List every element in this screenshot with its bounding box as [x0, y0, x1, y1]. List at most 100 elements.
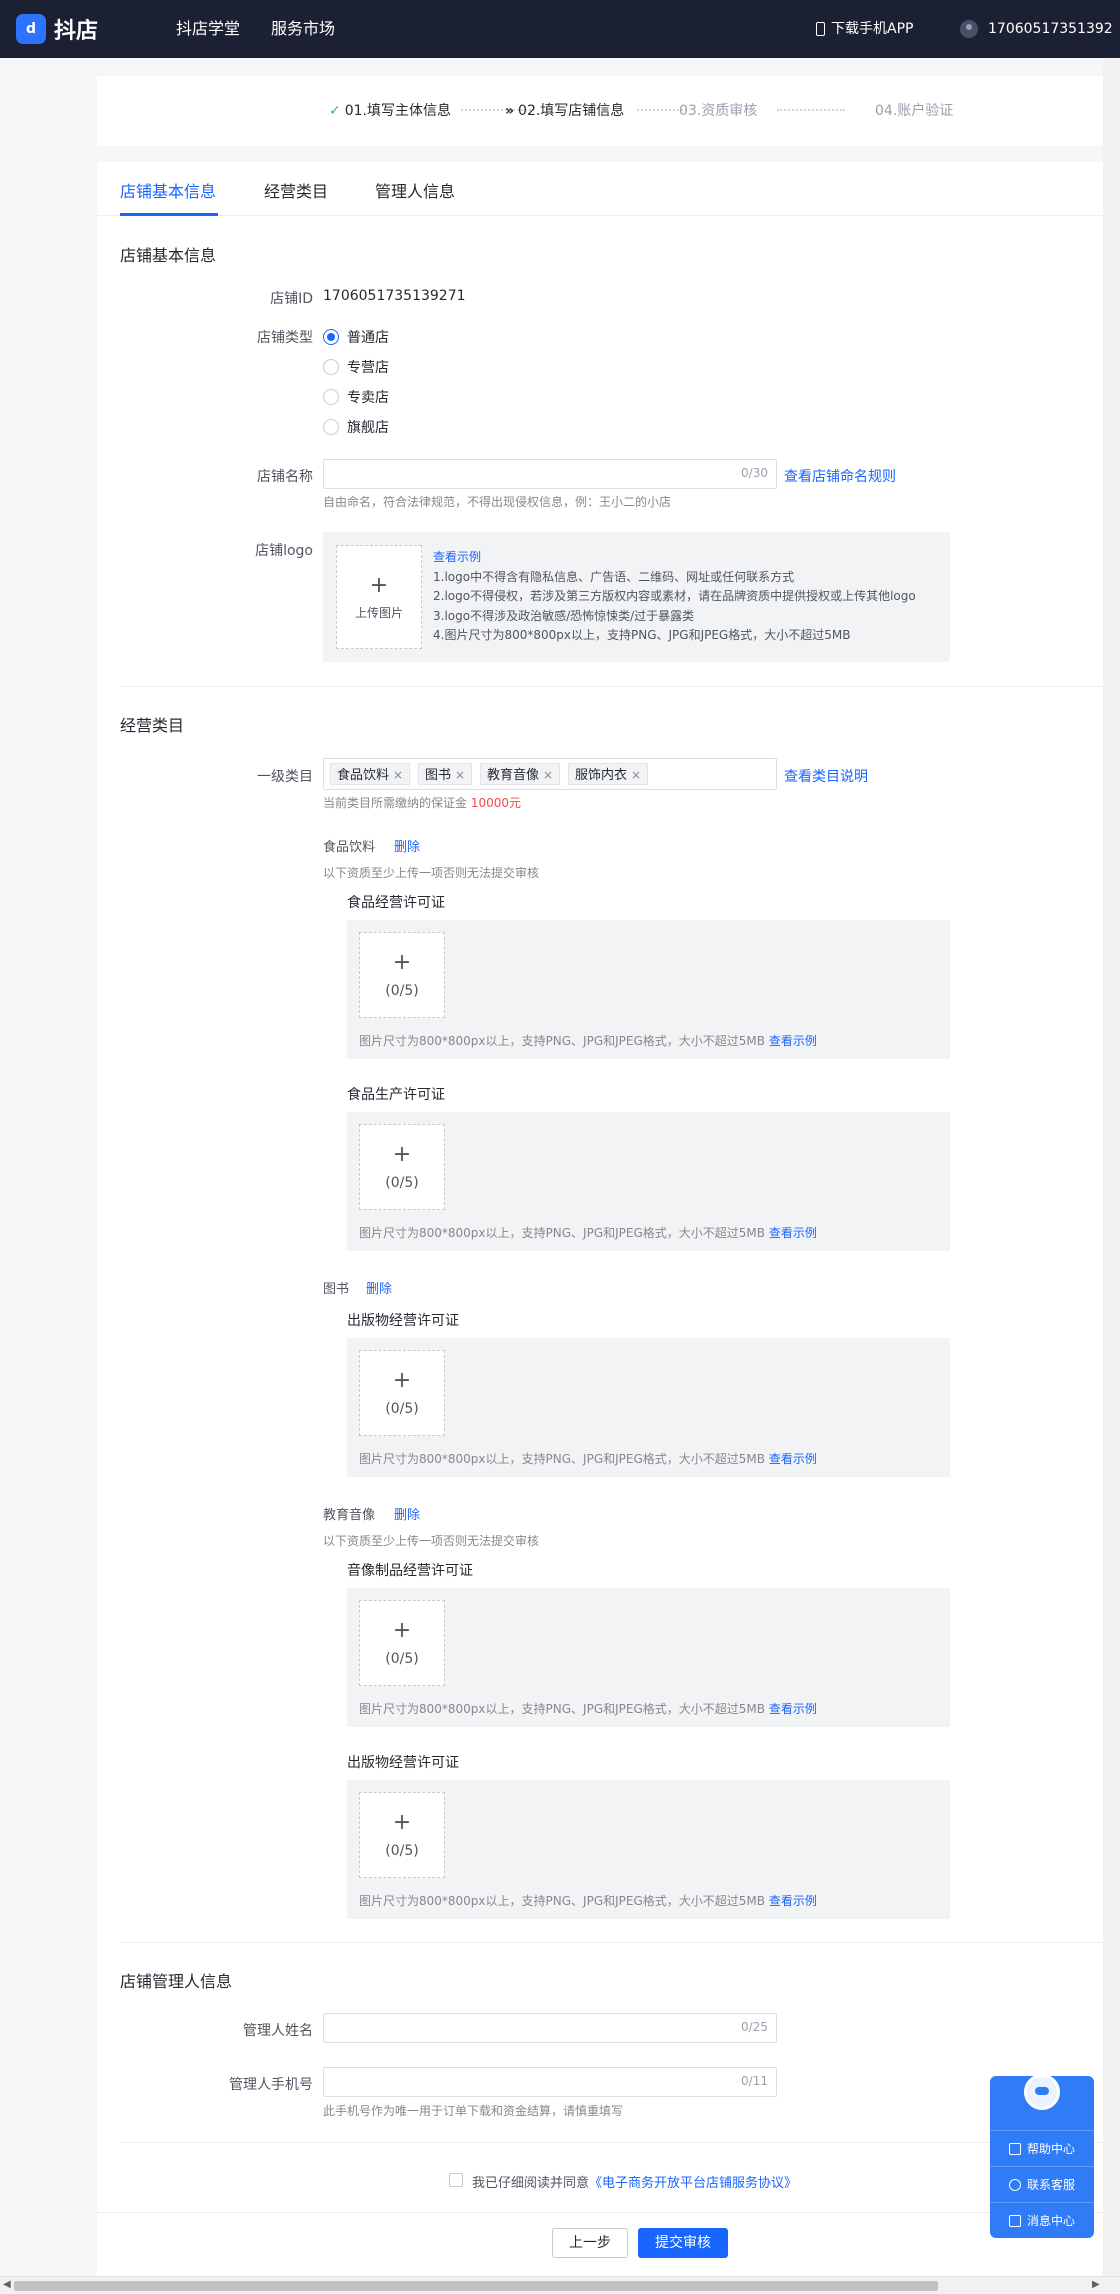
- license-hint: 图片尺寸为800*800px以上，支持PNG、JPG和JPEG格式，大小不超过5…: [359, 1702, 817, 1716]
- scroll-left-icon[interactable]: ◀: [3, 2279, 11, 2290]
- prev-step-button[interactable]: 上一步: [552, 2228, 628, 2258]
- agreement-link[interactable]: 《电子商务开放平台店铺服务协议》: [589, 2176, 797, 2191]
- tab-basic-info[interactable]: 店铺基本信息: [120, 178, 216, 202]
- manager-phone-hint: 此手机号作为唯一用于订单下载和资金结算，请慎重填写: [323, 2104, 624, 2118]
- radio-shop-type-regular[interactable]: 普通店: [323, 327, 389, 347]
- plus-icon: +: [369, 572, 389, 598]
- manager-phone-counter: 0/11: [741, 2074, 768, 2088]
- shop-id-label: 店铺ID: [270, 291, 313, 307]
- step-indicator: ✓ 01.填写主体信息 » 02.填写店铺信息 03.资质审核 04.账户验证: [97, 76, 1103, 146]
- license-uploader[interactable]: + (0/5): [359, 1600, 445, 1686]
- delete-category-button[interactable]: 删除: [394, 1504, 420, 1523]
- example-link[interactable]: 查看示例: [769, 1226, 817, 1240]
- license-uploader[interactable]: + (0/5): [359, 1350, 445, 1436]
- shop-id-value: 1706051735139271: [323, 288, 466, 304]
- step-3: 03.资质审核: [679, 103, 758, 119]
- license-uploader[interactable]: + (0/5): [359, 1792, 445, 1878]
- manager-phone-input[interactable]: 0/11: [323, 2067, 777, 2097]
- category-group-name: 食品饮料: [323, 840, 376, 855]
- manager-name-input[interactable]: 0/25: [323, 2013, 777, 2043]
- category-explain-link[interactable]: 查看类目说明: [784, 766, 868, 786]
- logo-rule: 1.logo中不得含有隐私信息、广告语、二维码、网址或任何联系方式: [433, 569, 795, 584]
- step-1: ✓ 01.填写主体信息: [329, 103, 451, 119]
- must-upload-hint: 以下资质至少上传一项否则无法提交审核: [323, 1534, 540, 1548]
- tab-manager-info[interactable]: 管理人信息: [375, 178, 455, 202]
- message-center-button[interactable]: 消息中心: [990, 2202, 1094, 2238]
- license-upload-panel: + (0/5) 图片尺寸为800*800px以上，支持PNG、JPG和JPEG格式…: [347, 920, 950, 1059]
- license-uploader[interactable]: + (0/5): [359, 932, 445, 1018]
- scroll-right-icon[interactable]: ▶: [1092, 2279, 1100, 2290]
- shop-name-input[interactable]: 0/30: [323, 459, 777, 489]
- logo-uploader[interactable]: + 上传图片: [336, 545, 422, 649]
- tab-active-indicator: [120, 213, 218, 216]
- scrollbar-thumb[interactable]: [14, 2281, 938, 2291]
- example-link[interactable]: 查看示例: [769, 1702, 817, 1716]
- vertical-scrollbar[interactable]: [1103, 58, 1120, 2276]
- radio-shop-type-specialty[interactable]: 专营店: [323, 357, 389, 377]
- category-tag[interactable]: 教育音像 ×: [480, 763, 561, 785]
- divider: [120, 1942, 1103, 1943]
- divider: [97, 2212, 1103, 2213]
- plus-icon: +: [392, 1618, 412, 1643]
- delete-category-button[interactable]: 删除: [394, 836, 420, 855]
- plus-icon: +: [392, 1368, 412, 1393]
- category-group-name: 教育音像: [323, 1508, 376, 1523]
- headset-icon: [1008, 2179, 1021, 2191]
- close-icon[interactable]: ×: [393, 768, 403, 782]
- message-icon: [1008, 2215, 1021, 2227]
- license-title: 出版物经营许可证: [347, 1755, 459, 1771]
- section-title-basic: 店铺基本信息: [120, 246, 217, 265]
- example-link[interactable]: 查看示例: [769, 1452, 817, 1466]
- shop-name-rule-link[interactable]: 查看店铺命名规则: [784, 466, 896, 486]
- chevron-right-icon: »: [505, 103, 515, 119]
- download-app-link[interactable]: 下载手机APP: [816, 0, 913, 58]
- nav-service-market[interactable]: 服务市场: [271, 0, 335, 58]
- step-connector: [777, 109, 845, 111]
- radio-checked-icon: [323, 329, 339, 345]
- category-tag[interactable]: 服饰内衣 ×: [568, 763, 649, 785]
- form-tabs: 店铺基本信息 经营类目 管理人信息: [97, 162, 1103, 216]
- category-tag[interactable]: 图书 ×: [418, 763, 473, 785]
- question-icon: [1008, 2143, 1021, 2155]
- close-icon[interactable]: ×: [631, 768, 641, 782]
- close-icon[interactable]: ×: [543, 768, 553, 782]
- license-title: 出版物经营许可证: [347, 1313, 459, 1329]
- check-icon: ✓: [329, 103, 341, 119]
- category-group-name: 图书: [323, 1282, 350, 1297]
- help-center-button[interactable]: 帮助中心: [990, 2130, 1094, 2166]
- logo-icon: d: [16, 14, 46, 44]
- tab-category[interactable]: 经营类目: [264, 178, 328, 202]
- manager-phone-label: 管理人手机号: [229, 2077, 313, 2093]
- logo-rule: 4.图片尺寸为800*800px以上，支持PNG、JPG和JPEG格式，大小不超…: [433, 628, 851, 642]
- contact-support-button[interactable]: 联系客服: [990, 2166, 1094, 2202]
- agreement-checkbox[interactable]: [449, 2173, 463, 2187]
- step-2: » 02.填写店铺信息: [505, 103, 625, 119]
- delete-category-button[interactable]: 删除: [366, 1278, 392, 1297]
- example-link[interactable]: 查看示例: [769, 1894, 817, 1908]
- license-hint: 图片尺寸为800*800px以上，支持PNG、JPG和JPEG格式，大小不超过5…: [359, 1034, 817, 1048]
- manager-name-counter: 0/25: [741, 2020, 768, 2034]
- logo-rule: 3.logo不得涉及政治敏感/恐怖惊悚类/过于暴露类: [433, 608, 695, 623]
- category-tag[interactable]: 食品饮料 ×: [330, 763, 411, 785]
- logo-upload-panel: + 上传图片 查看示例 1.logo中不得含有隐私信息、广告语、二维码、网址或任…: [323, 532, 950, 662]
- plus-icon: +: [392, 1810, 412, 1835]
- user-menu[interactable]: 17060517351392: [960, 0, 1113, 58]
- logo-example-link[interactable]: 查看示例: [433, 548, 916, 568]
- logo-rules: 查看示例 1.logo中不得含有隐私信息、广告语、二维码、网址或任何联系方式 2…: [433, 548, 916, 646]
- radio-shop-type-flagship[interactable]: 旗舰店: [323, 417, 389, 437]
- submit-review-button[interactable]: 提交审核: [638, 2228, 728, 2258]
- radio-icon: [323, 419, 339, 435]
- license-title: 食品经营许可证: [347, 895, 445, 911]
- close-icon[interactable]: ×: [455, 768, 465, 782]
- nav-academy[interactable]: 抖店学堂: [176, 0, 240, 58]
- horizontal-scrollbar[interactable]: ◀ ▶: [0, 2276, 1120, 2294]
- plus-icon: +: [392, 1142, 412, 1167]
- user-id: 17060517351392: [988, 21, 1113, 37]
- category-tag-input[interactable]: 食品饮料 × 图书 × 教育音像 × 服饰内衣 ×: [323, 758, 777, 790]
- radio-shop-type-exclusive[interactable]: 专卖店: [323, 387, 389, 407]
- logo-rule: 2.logo不得侵权，若涉及第三方版权内容或素材，请在品牌资质中提供授权或上传其…: [433, 589, 916, 603]
- example-link[interactable]: 查看示例: [769, 1034, 817, 1048]
- license-uploader[interactable]: + (0/5): [359, 1124, 445, 1210]
- brand-logo[interactable]: d 抖店: [16, 14, 98, 44]
- license-upload-panel: + (0/5) 图片尺寸为800*800px以上，支持PNG、JPG和JPEG格式…: [347, 1588, 950, 1727]
